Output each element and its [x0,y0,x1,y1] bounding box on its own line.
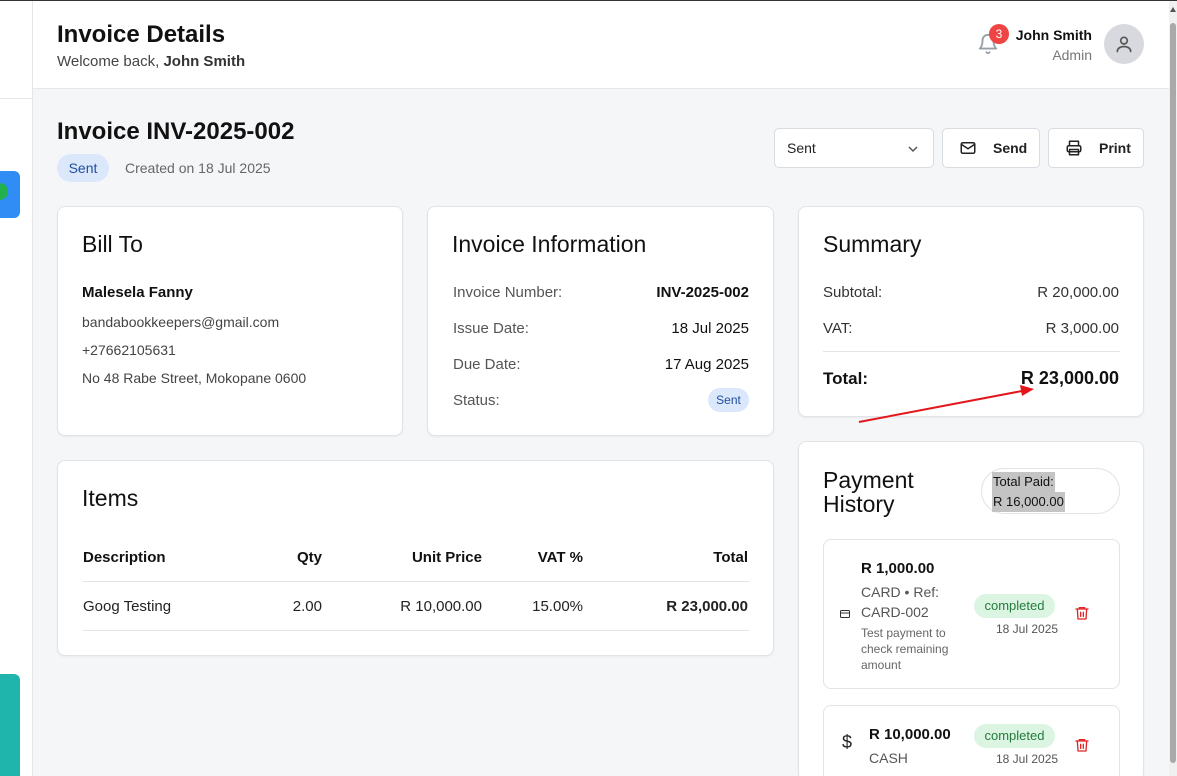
total-paid-value: R 16,000.00 [992,492,1065,512]
items-card: Items Description Qty Unit Price VAT % T… [57,460,774,656]
vat-value: R 3,000.00 [1045,320,1119,337]
issue-date-value: 18 Jul 2025 [671,320,749,337]
status-select-value: Sent [787,140,816,156]
payment-history-heading: Payment History [823,467,914,517]
summary-divider [823,351,1120,352]
item-vat: 15.00% [532,598,583,615]
invoice-number-value: INV-2025-002 [656,284,749,301]
avatar[interactable] [1104,24,1144,64]
payment-note: Test payment to check remaining amount [861,626,949,672]
column-header-unit-price: Unit Price [411,549,482,566]
column-header-vat: VAT % [537,549,583,566]
send-button[interactable]: Send [942,128,1040,168]
info-label: Due Date: [453,356,521,373]
item-total: R 23,000.00 [666,598,748,615]
dollar-icon: $ [842,732,853,752]
invoice-title: Invoice INV-2025-002 [57,118,295,145]
item-description: Goog Testing [83,598,172,615]
user-role: Admin [1052,47,1092,63]
invoice-info-card: Invoice Information Invoice Number: INV-… [427,206,774,436]
invoice-info-heading: Invoice Information [452,231,647,257]
total-paid-label: Total Paid: [992,472,1055,492]
items-heading: Items [82,485,139,511]
scrollbar[interactable] [1169,1,1177,776]
summary-card: Summary Subtotal: R 20,000.00 VAT: R 3,0… [798,206,1144,417]
mail-icon [960,142,976,154]
chevron-down-icon [908,146,918,153]
column-header-total: Total [713,549,748,566]
welcome-prefix: Welcome back, [57,53,160,70]
print-button[interactable]: Print [1048,128,1144,168]
bill-to-heading: Bill To [82,231,143,257]
info-label: Invoice Number: [453,284,563,301]
payment-amount: R 1,000.00 [861,560,935,577]
status-badge: Sent [57,154,109,182]
payment-amount: R 10,000.00 [869,726,951,743]
notification-badge: 3 [989,24,1009,44]
trash-icon[interactable] [1074,605,1090,621]
subtotal-label: Subtotal: [823,284,883,301]
credit-card-icon [840,610,850,618]
payment-history-card: Payment History Total Paid: R 16,000.00 … [798,441,1144,776]
trash-icon[interactable] [1074,737,1090,753]
payment-item: $ R 10,000.00 CASH completed 18 Jul 2025 [823,705,1120,776]
sidebar-divider [0,98,32,99]
scroll-up-icon[interactable] [1170,7,1176,12]
item-qty: 2.00 [292,598,322,615]
total-value: R 23,000.00 [1020,368,1119,388]
user-name: John Smith [1015,27,1092,43]
top-header: Invoice Details Welcome back, John Smith… [33,1,1169,89]
status-dot-icon [0,183,8,200]
user-icon [1116,36,1132,53]
total-label: Total: [823,369,869,388]
payment-date: 18 Jul 2025 [996,752,1059,766]
sidebar-item-active[interactable] [0,171,20,218]
page-title: Invoice Details [57,21,226,48]
scrollbar-thumb[interactable] [1170,23,1176,763]
customer-email: bandabookkeepers@gmail.com [82,314,280,330]
customer-phone: +27662105631 [82,342,176,358]
payment-date: 18 Jul 2025 [996,622,1059,636]
payment-status-badge: completed [974,724,1055,748]
due-date-value: 17 Aug 2025 [664,356,749,373]
printer-icon [1066,140,1082,156]
total-paid-box: Total Paid: R 16,000.00 [981,468,1120,514]
payment-item: R 1,000.00 CARD • Ref: CARD-002 Test pay… [823,539,1120,689]
vat-label: VAT: [823,320,853,337]
send-button-label: Send [993,140,1028,156]
summary-heading: Summary [823,231,922,257]
item-unit-price: R 10,000.00 [400,598,482,615]
payment-status-badge: completed [974,594,1055,618]
customer-name: Malesela Fanny [82,284,193,301]
table-divider [83,581,749,582]
top-border [0,0,1177,1]
welcome-text: Welcome back, John Smith [57,53,245,70]
column-header-description: Description [83,549,166,566]
payment-method: CASH [869,750,908,766]
info-label: Status: [453,392,500,409]
status-badge-small: Sent [708,388,749,412]
subtotal-value: R 20,000.00 [1037,284,1119,301]
bill-to-card: Bill To Malesela Fanny bandabookkeepers@… [57,206,403,436]
status-select[interactable]: Sent [774,128,934,168]
customer-address: No 48 Rabe Street, Mokopane 0600 [82,370,307,386]
sidebar [0,1,33,776]
table-divider [83,630,749,631]
sidebar-item-bottom[interactable] [0,674,20,776]
column-header-qty: Qty [296,549,322,566]
payment-method: CARD • Ref: CARD-002 [861,584,940,620]
print-button-label: Print [1099,140,1131,156]
created-date: Created on 18 Jul 2025 [125,160,271,176]
welcome-name: John Smith [163,53,246,70]
info-label: Issue Date: [453,320,529,337]
